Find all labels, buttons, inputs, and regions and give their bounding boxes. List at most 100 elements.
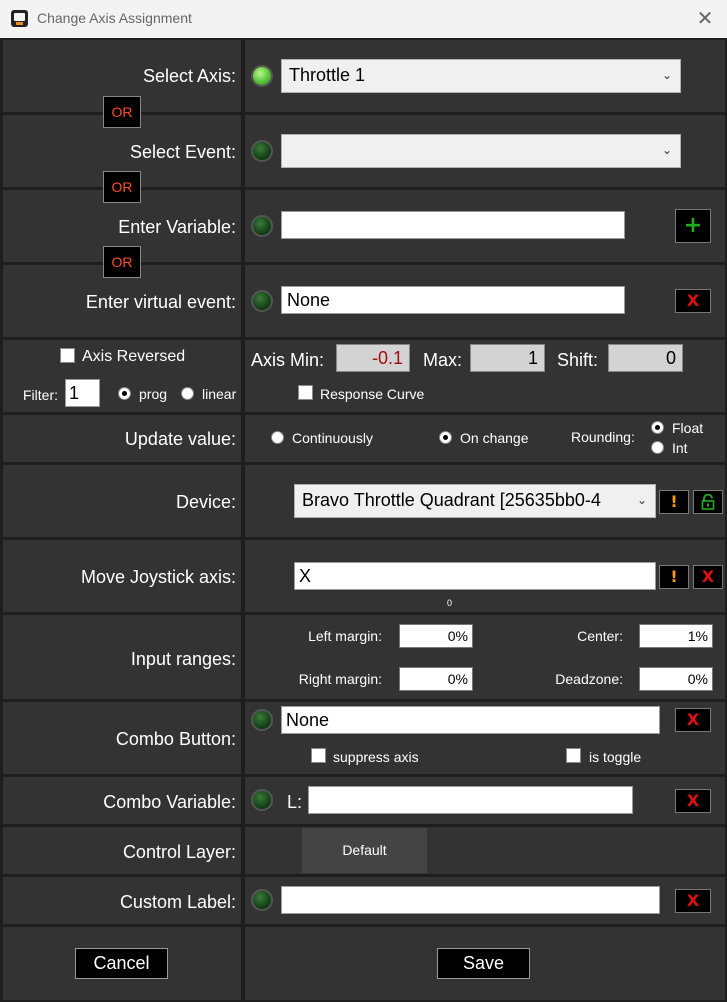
update-value-label: Update value: <box>124 429 236 449</box>
clear-joystick-axis-button[interactable]: X <box>693 565 723 589</box>
axis-min-label: Axis Min: <box>251 350 325 370</box>
suppress-axis-checkbox[interactable] <box>311 748 326 763</box>
combo-variable-status-led <box>251 789 273 811</box>
device-warning-button[interactable]: ! <box>659 490 689 514</box>
axis-reversed-label: Axis Reversed <box>82 348 186 365</box>
window-title: Change Axis Assignment <box>37 10 192 26</box>
left-margin-input[interactable]: 0% <box>399 624 473 648</box>
control-layer-button[interactable]: Default <box>302 828 427 873</box>
linear-radio[interactable] <box>181 387 194 400</box>
response-curve-label: Response Curve <box>320 386 425 402</box>
shift-input[interactable]: 0 <box>608 344 683 372</box>
joystick-warning-button[interactable]: ! <box>659 565 689 589</box>
prog-radio[interactable] <box>118 387 131 400</box>
lock-device-button[interactable] <box>693 490 723 514</box>
custom-label-input[interactable] <box>281 886 660 914</box>
linear-label: linear <box>202 386 237 402</box>
select-axis-dropdown[interactable]: Throttle 1 ⌄ <box>281 59 681 93</box>
max-input[interactable]: 1 <box>470 344 545 372</box>
float-label: Float <box>672 420 704 436</box>
enter-variable-label: Enter Variable: <box>118 217 236 237</box>
combo-button-status-led <box>251 709 273 731</box>
warning-icon: ! <box>670 492 678 511</box>
float-radio[interactable] <box>651 421 664 434</box>
custom-label-status-led <box>251 889 273 911</box>
continuously-radio[interactable] <box>271 431 284 444</box>
close-icon: X <box>686 291 700 310</box>
max-label: Max: <box>423 350 463 370</box>
input-ranges-label: Input ranges: <box>130 649 236 669</box>
move-joystick-input[interactable]: X <box>294 562 656 590</box>
select-axis-label: Select Axis: <box>142 66 236 86</box>
right-margin-label: Right margin: <box>298 671 382 687</box>
or-badge: OR <box>103 171 141 203</box>
continuously-label: Continuously <box>292 430 373 446</box>
lock-icon <box>701 494 715 510</box>
filter-input[interactable]: 1 <box>65 379 100 407</box>
axis-readout: 0 <box>447 598 453 608</box>
dialog-body: Select Axis: Throttle 1 ⌄ OR OR OR Selec… <box>0 38 727 1002</box>
or-badge: OR <box>103 246 141 278</box>
deadzone-label: Deadzone: <box>555 671 623 687</box>
device-value: Bravo Throttle Quadrant [25635bb0-4 <box>302 490 601 510</box>
custom-label-label: Custom Label: <box>119 892 236 912</box>
warning-icon: ! <box>670 567 678 586</box>
center-input[interactable]: 1% <box>639 624 713 648</box>
chevron-down-icon: ⌄ <box>661 68 672 82</box>
virtual-event-label: Enter virtual event: <box>85 292 236 312</box>
or-badge: OR <box>103 96 141 128</box>
on-change-label: On change <box>460 430 529 446</box>
axis-reversed-checkbox[interactable] <box>60 348 75 363</box>
combo-variable-label: Combo Variable: <box>103 792 236 812</box>
clear-custom-label-button[interactable]: X <box>675 889 711 913</box>
close-icon[interactable]: ✕ <box>690 4 720 34</box>
combo-button-input[interactable]: None <box>281 706 660 734</box>
axis-min-input[interactable]: -0.1 <box>336 344 410 372</box>
select-axis-status-led <box>251 65 273 87</box>
clear-combo-variable-button[interactable]: X <box>675 789 711 813</box>
app-icon <box>11 10 28 27</box>
prog-label: prog <box>139 386 168 402</box>
close-icon: X <box>686 891 700 910</box>
on-change-radio[interactable] <box>439 431 452 444</box>
close-icon: X <box>701 567 715 586</box>
shift-label: Shift: <box>557 350 599 370</box>
suppress-axis-label: suppress axis <box>333 749 419 765</box>
enter-variable-input[interactable] <box>281 211 625 239</box>
clear-virtual-event-button[interactable]: X <box>675 289 711 313</box>
device-dropdown[interactable]: Bravo Throttle Quadrant [25635bb0-4 ⌄ <box>294 484 656 518</box>
chevron-down-icon: ⌄ <box>633 485 647 515</box>
is-toggle-checkbox[interactable] <box>566 748 581 763</box>
virtual-event-input[interactable]: None <box>281 286 625 314</box>
add-variable-button[interactable]: + <box>675 209 711 243</box>
rounding-label: Rounding: <box>571 429 635 445</box>
int-radio[interactable] <box>651 441 664 454</box>
close-icon: X <box>686 791 700 810</box>
clear-combo-button-button[interactable]: X <box>675 708 711 732</box>
plus-icon: + <box>683 213 703 238</box>
left-margin-label: Left margin: <box>308 628 382 644</box>
combo-variable-prefix: L: <box>287 792 303 812</box>
title-bar: Change Axis Assignment ✕ <box>0 0 727 38</box>
response-curve-checkbox[interactable] <box>298 385 313 400</box>
enter-variable-status-led <box>251 215 273 237</box>
select-event-status-led <box>251 140 273 162</box>
select-axis-value: Throttle 1 <box>289 65 366 85</box>
select-event-label: Select Event: <box>129 142 236 162</box>
filter-label: Filter: <box>23 387 58 403</box>
chevron-down-icon: ⌄ <box>661 143 672 157</box>
device-label: Device: <box>175 492 236 512</box>
center-label: Center: <box>577 628 623 644</box>
select-event-dropdown[interactable]: ⌄ <box>281 134 681 168</box>
combo-variable-input[interactable] <box>308 786 633 814</box>
int-label: Int <box>672 440 688 456</box>
right-margin-input[interactable]: 0% <box>399 667 473 691</box>
is-toggle-label: is toggle <box>589 749 642 765</box>
deadzone-input[interactable]: 0% <box>639 667 713 691</box>
control-layer-label: Control Layer: <box>122 842 236 862</box>
virtual-event-status-led <box>251 290 273 312</box>
close-icon: X <box>686 710 700 729</box>
move-joystick-label: Move Joystick axis: <box>80 567 236 587</box>
save-button[interactable]: Save <box>437 948 530 979</box>
cancel-button[interactable]: Cancel <box>75 948 168 979</box>
